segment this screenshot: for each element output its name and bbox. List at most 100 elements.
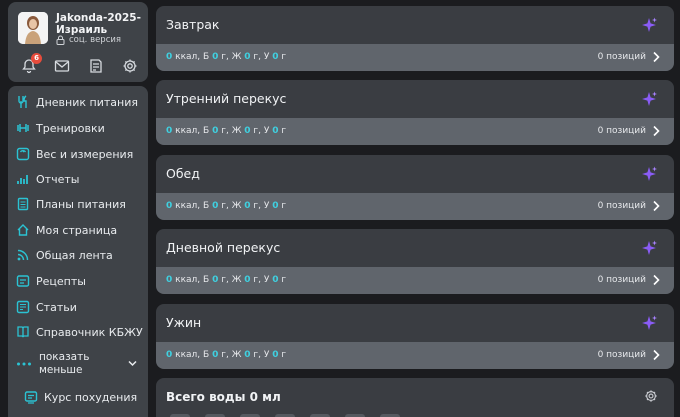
meal-title: Дневной перекус — [166, 240, 281, 255]
meal-macros: 0 ккал, Б 0 г, Ж 0 г, У 0 г — [166, 350, 287, 360]
carb-unit: г — [281, 201, 287, 211]
protein-unit: г — [221, 275, 226, 285]
carb-unit: г — [281, 350, 287, 360]
water-settings-icon[interactable] — [644, 389, 658, 403]
meal-header[interactable]: Дневной перекус — [156, 229, 674, 267]
top-icon-bar: 6 — [8, 53, 148, 78]
fat-label: Ж — [231, 201, 242, 211]
chevron-right-icon[interactable] — [652, 349, 660, 361]
protein-value: 0 — [212, 275, 219, 285]
positions-count: 0 позиций — [597, 52, 646, 62]
sidebar-item-feed[interactable]: Общая лента — [8, 242, 148, 268]
sidebar-item-label: Отчеты — [36, 172, 80, 186]
chevron-down-icon — [128, 360, 137, 367]
sparkle-icon[interactable] — [640, 314, 658, 332]
fat-unit: г — [253, 350, 259, 360]
meal-card: Утренний перекус 0 ккал, Б 0 г, Ж 0 г, У … — [156, 80, 674, 145]
water-total: Всего воды 0 мл — [166, 390, 281, 404]
meal-title: Ужин — [166, 315, 202, 330]
sidebar-item-kbju[interactable]: Справочник КБЖУ — [8, 319, 148, 345]
carb-value: 0 — [272, 52, 279, 62]
kcal-unit: ккал — [175, 126, 198, 136]
sparkle-icon[interactable] — [640, 239, 658, 257]
chevron-right-icon[interactable] — [652, 125, 660, 137]
sidebar-item-meal-plans[interactable]: Планы питания — [8, 191, 148, 217]
meal-summary-bar[interactable]: 0 ккал, Б 0 г, Ж 0 г, У 0 г 0 позиций — [156, 193, 674, 220]
meal-summary-bar[interactable]: 0 ккал, Б 0 г, Ж 0 г, У 0 г 0 позиций — [156, 44, 674, 71]
protein-unit: г — [221, 126, 226, 136]
fat-value: 0 — [244, 126, 251, 136]
positions-count: 0 позиций — [597, 201, 646, 211]
sidebar-item-reports[interactable]: Отчеты — [8, 166, 148, 192]
protein-unit: г — [221, 52, 226, 62]
kcal-value: 0 — [166, 201, 173, 211]
user-name[interactable]: Jakonda-2025-Израиль — [56, 12, 146, 36]
protein-value: 0 — [212, 350, 219, 360]
protein-label: Б — [203, 201, 210, 211]
sparkle-icon[interactable] — [640, 90, 658, 108]
sidebar-item-label: Моя страница — [36, 223, 118, 237]
lock-icon — [56, 35, 65, 45]
recipe-icon — [16, 275, 30, 287]
meal-card: Обед 0 ккал, Б 0 г, Ж 0 г, У 0 г 0 позиций — [156, 155, 674, 220]
fat-value: 0 — [244, 52, 251, 62]
protein-label: Б — [203, 350, 210, 360]
chevron-right-icon[interactable] — [652, 51, 660, 63]
sidebar-item-weight-loss-course[interactable]: Курс похудения — [8, 384, 148, 410]
protein-value: 0 — [212, 126, 219, 136]
settings-button[interactable] — [121, 56, 141, 76]
note-icon — [90, 59, 102, 73]
sidebar-item-articles[interactable]: Статьи — [8, 294, 148, 320]
fat-value: 0 — [244, 275, 251, 285]
sidebar-item-recipes[interactable]: Рецепты — [8, 268, 148, 294]
carb-label: У — [263, 52, 270, 62]
kcal-value: 0 — [166, 52, 173, 62]
feed-icon — [17, 249, 29, 261]
kcal-unit: ккал — [175, 52, 198, 62]
carb-unit: г — [281, 126, 287, 136]
fat-unit: г — [253, 201, 259, 211]
sparkle-icon[interactable] — [640, 16, 658, 34]
utensils-icon — [18, 95, 27, 108]
meal-header[interactable]: Завтрак — [156, 6, 674, 44]
meal-header[interactable]: Обед — [156, 155, 674, 193]
carb-label: У — [263, 201, 270, 211]
gear-icon — [123, 59, 137, 73]
kcal-value: 0 — [166, 350, 173, 360]
chevron-right-icon[interactable] — [652, 200, 660, 212]
sidebar-item-label: Курс похудения — [44, 390, 138, 404]
chevron-right-icon[interactable] — [652, 274, 660, 286]
meal-header[interactable]: Утренний перекус — [156, 80, 674, 118]
carb-value: 0 — [272, 350, 279, 360]
profile-card: Jakonda-2025-Израиль соц. версия 6 — [8, 2, 148, 82]
dumbbell-icon — [17, 124, 29, 132]
sidebar-item-weight[interactable]: Вес и измерения — [8, 141, 148, 167]
version-label: соц. версия — [69, 35, 122, 45]
meal-summary-bar[interactable]: 0 ккал, Б 0 г, Ж 0 г, У 0 г 0 позиций — [156, 118, 674, 145]
kcal-value: 0 — [166, 126, 173, 136]
positions-count: 0 позиций — [597, 350, 646, 360]
sidebar-show-less[interactable]: показать меньше — [8, 348, 148, 380]
sidebar-item-diary[interactable]: Дневник питания — [8, 89, 148, 115]
notes-button[interactable] — [87, 56, 107, 76]
meal-header[interactable]: Ужин — [156, 304, 674, 342]
meal-summary-bar[interactable]: 0 ккал, Б 0 г, Ж 0 г, У 0 г 0 позиций — [156, 267, 674, 294]
dots-icon — [17, 362, 31, 366]
meal-title: Обед — [166, 166, 200, 181]
sidebar-item-my-page[interactable]: Моя страница — [8, 217, 148, 243]
positions-count: 0 позиций — [597, 126, 646, 136]
kcal-unit: ккал — [175, 350, 198, 360]
messages-button[interactable] — [53, 56, 73, 76]
meal-macros: 0 ккал, Б 0 г, Ж 0 г, У 0 г — [166, 126, 287, 136]
protein-label: Б — [203, 52, 210, 62]
meal-summary-bar[interactable]: 0 ккал, Б 0 г, Ж 0 г, У 0 г 0 позиций — [156, 342, 674, 369]
scale-icon — [16, 147, 30, 161]
water-card: Всего воды 0 мл — [156, 378, 674, 417]
sparkle-icon[interactable] — [640, 165, 658, 183]
sidebar-item-workouts[interactable]: Тренировки — [8, 115, 148, 141]
avatar[interactable] — [18, 12, 48, 44]
fat-label: Ж — [231, 350, 242, 360]
carb-label: У — [263, 275, 270, 285]
sidebar-item-label: Тренировки — [36, 121, 105, 135]
bell-button[interactable]: 6 — [20, 53, 42, 76]
